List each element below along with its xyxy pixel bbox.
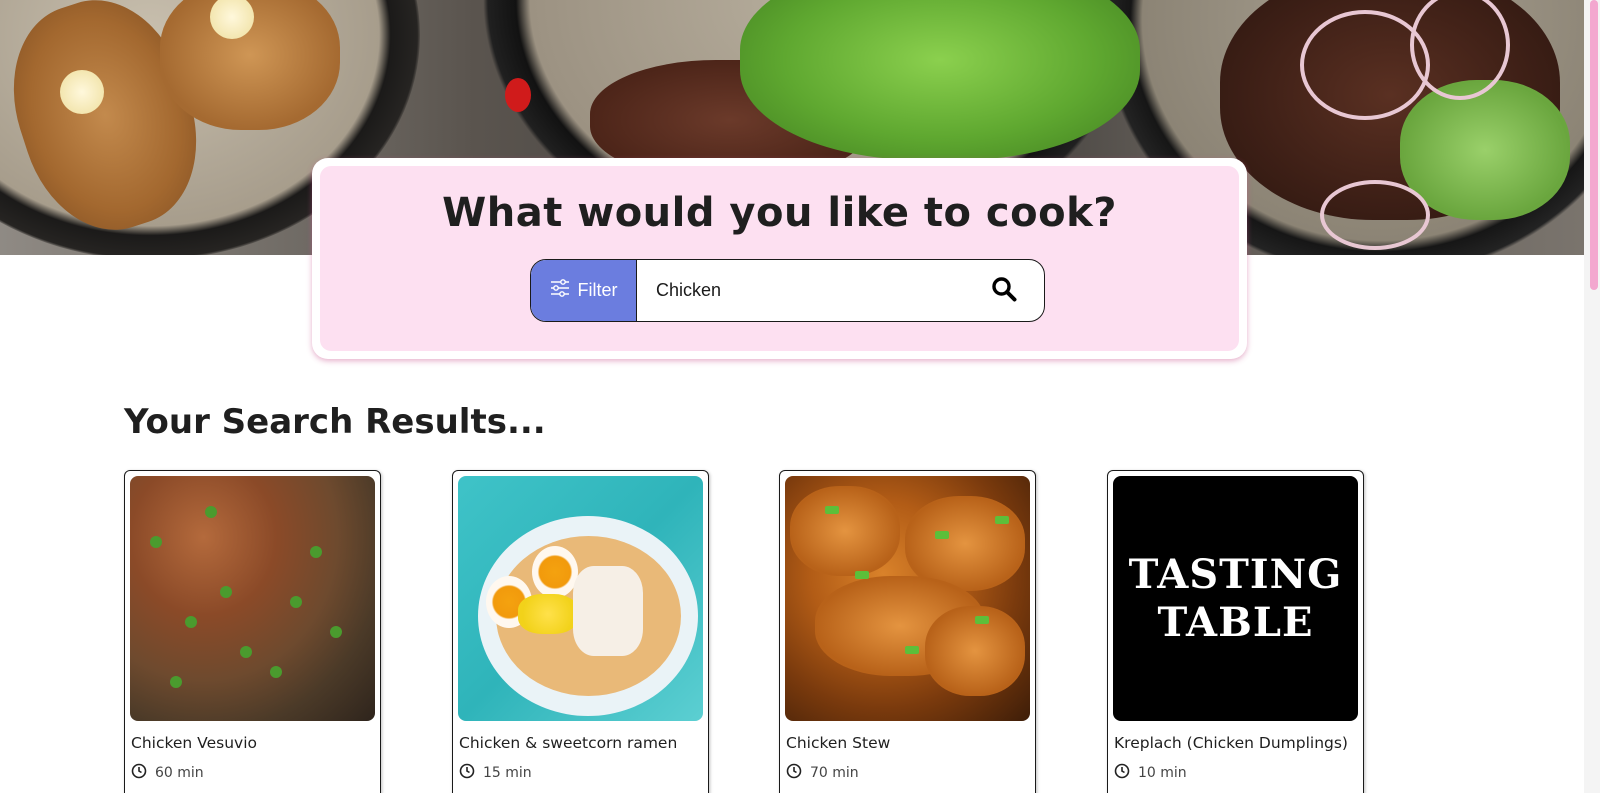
- recipe-time-label: 10 min: [1138, 765, 1187, 781]
- search-button[interactable]: [964, 260, 1044, 321]
- recipe-image: [130, 476, 375, 721]
- search-panel: What would you like to cook? Filter: [320, 166, 1239, 351]
- hero-lettuce: [1400, 80, 1570, 220]
- recipe-time-label: 70 min: [810, 765, 859, 781]
- recipe-time-label: 15 min: [483, 765, 532, 781]
- magnifier-icon: [991, 276, 1017, 306]
- recipe-title: Chicken Vesuvio: [131, 734, 257, 752]
- recipe-time: 10 min: [1114, 763, 1358, 783]
- sliders-icon: [550, 279, 570, 302]
- search-bar: Filter: [530, 259, 1045, 322]
- tasting-table-logo: TASTING TABLE: [1113, 476, 1358, 721]
- clock-icon: [786, 763, 802, 783]
- recipe-title: Chicken & sweetcorn ramen: [459, 734, 678, 752]
- search-card: What would you like to cook? Filter: [312, 158, 1247, 359]
- recipe-title: Chicken Stew: [786, 734, 891, 752]
- scrollbar-thumb[interactable]: [1590, 0, 1598, 290]
- clock-icon: [131, 763, 147, 783]
- hero-lettuce: [740, 0, 1140, 160]
- logo-line: TABLE: [1157, 598, 1314, 646]
- recipe-title: Kreplach (Chicken Dumplings): [1114, 734, 1348, 752]
- scrollbar[interactable]: [1584, 0, 1600, 793]
- page-title: What would you like to cook?: [442, 190, 1117, 236]
- search-input[interactable]: [637, 260, 964, 321]
- results-heading: Your Search Results...: [124, 402, 546, 442]
- recipe-time: 60 min: [131, 763, 375, 783]
- recipe-time-label: 60 min: [155, 765, 204, 781]
- recipe-card[interactable]: Chicken Stew 70 min: [779, 470, 1036, 793]
- logo-line: TASTING: [1128, 550, 1343, 598]
- hero-onion: [1320, 180, 1430, 250]
- hero-tomato: [505, 78, 531, 112]
- hero-onion: [1300, 10, 1430, 120]
- recipe-card[interactable]: Chicken Vesuvio 60 min: [124, 470, 381, 793]
- recipe-card[interactable]: Chicken & sweetcorn ramen 15 min: [452, 470, 709, 793]
- recipe-image: [458, 476, 703, 721]
- hero-garnish: [60, 70, 104, 114]
- filter-label: Filter: [577, 280, 618, 300]
- recipe-card[interactable]: TASTING TABLE Kreplach (Chicken Dumpling…: [1107, 470, 1364, 793]
- recipe-image: [785, 476, 1030, 721]
- recipe-time: 15 min: [459, 763, 703, 783]
- filter-button[interactable]: Filter: [531, 260, 637, 321]
- recipe-time: 70 min: [786, 763, 1030, 783]
- clock-icon: [1114, 763, 1130, 783]
- clock-icon: [459, 763, 475, 783]
